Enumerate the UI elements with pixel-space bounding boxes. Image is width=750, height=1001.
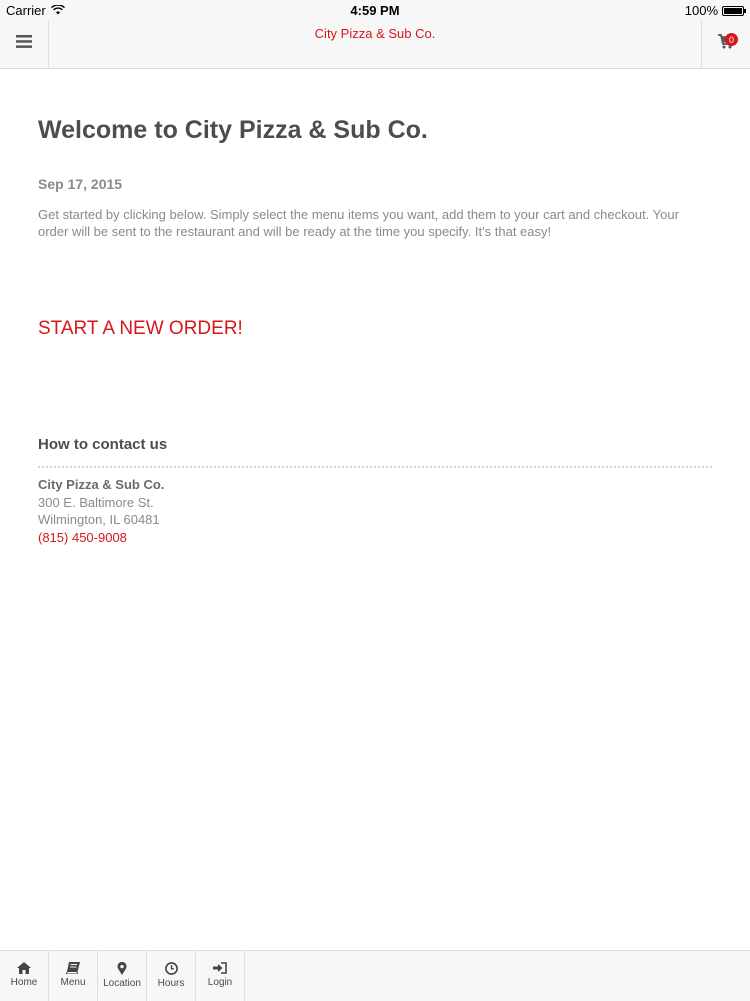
page-title: Welcome to City Pizza & Sub Co.: [38, 116, 428, 144]
tab-home[interactable]: Home: [0, 951, 49, 1001]
tab-menu-label: Menu: [60, 977, 86, 988]
address-line-1: 300 E. Baltimore St.: [38, 494, 154, 510]
battery-percent: 100%: [684, 3, 718, 18]
tab-login-label: Login: [207, 977, 233, 988]
start-new-order-link[interactable]: START A NEW ORDER!: [38, 318, 243, 340]
nav-bar: City Pizza & Sub Co. 0: [0, 20, 750, 69]
tab-menu[interactable]: Menu: [49, 951, 98, 1001]
status-right: 100%: [684, 3, 746, 18]
tab-hours[interactable]: Hours: [147, 951, 196, 1001]
address-line-2: Wilmington, IL 60481: [38, 512, 160, 527]
restaurant-name: City Pizza & Sub Co.: [38, 477, 165, 492]
bottom-tab-bar: Home Menu Location Hours Login: [0, 950, 750, 1001]
nav-title: City Pizza & Sub Co.: [314, 26, 436, 41]
battery-icon: [722, 5, 746, 16]
status-bar: Carrier 4:59 PM 100%: [0, 0, 750, 20]
cart-count-badge: 0: [725, 33, 738, 46]
contact-divider: [38, 466, 712, 468]
tab-hours-label: Hours: [157, 978, 185, 989]
status-time: 4:59 PM: [350, 3, 400, 18]
tab-home-label: Home: [10, 977, 38, 988]
tab-location[interactable]: Location: [98, 951, 147, 1001]
phone-link[interactable]: (815) 450-9008: [38, 530, 127, 545]
cart-button[interactable]: 0: [701, 20, 750, 68]
tab-login[interactable]: Login: [196, 951, 245, 1001]
contact-details: City Pizza & Sub Co. 300 E. Baltimore St…: [38, 476, 164, 546]
clock-icon: [164, 962, 178, 975]
intro-text: Get started by clicking below. Simply se…: [38, 207, 679, 239]
book-icon: [66, 962, 80, 974]
sign-in-icon: [213, 962, 227, 974]
home-icon: [17, 962, 31, 974]
date-label: Sep 17, 2015: [38, 176, 123, 192]
map-marker-icon: [117, 962, 127, 975]
contact-heading: How to contact us: [38, 436, 168, 453]
tab-location-label: Location: [103, 978, 141, 989]
